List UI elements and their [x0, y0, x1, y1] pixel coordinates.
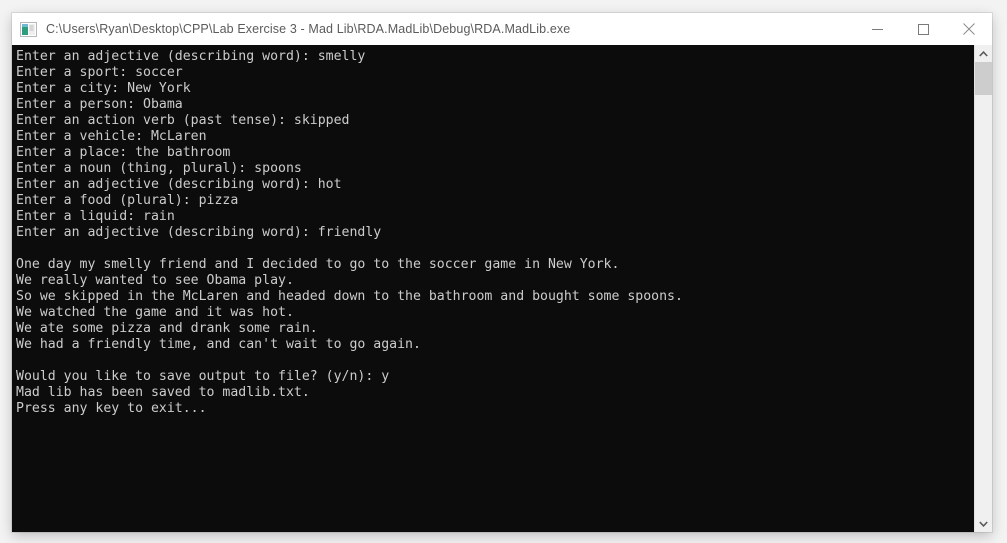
- console-line: Enter a city: New York: [16, 81, 191, 96]
- console-line: Enter a food (plural): pizza: [16, 193, 239, 208]
- console-line: Enter a liquid: rain: [16, 209, 175, 224]
- console-window: C:\Users\Ryan\Desktop\CPP\Lab Exercise 3…: [12, 13, 992, 532]
- console-line: We had a friendly time, and can't wait t…: [16, 337, 421, 352]
- console-line: Press any key to exit...: [16, 401, 207, 416]
- console-line: We watched the game and it was hot.: [16, 305, 294, 320]
- console-line: One day my smelly friend and I decided t…: [16, 257, 620, 272]
- console-scrollbar[interactable]: [974, 45, 992, 532]
- scroll-up-arrow[interactable]: [975, 45, 992, 62]
- console-line: Enter an adjective (describing word): fr…: [16, 225, 382, 240]
- minimize-icon: [871, 28, 883, 30]
- console-body[interactable]: Enter an adjective (describing word): sm…: [12, 45, 992, 532]
- maximize-button[interactable]: [900, 13, 946, 45]
- console-line: Enter a sport: soccer: [16, 65, 183, 80]
- console-line: Enter a person: Obama: [16, 97, 183, 112]
- minimize-button[interactable]: [854, 13, 900, 45]
- console-line: Enter an action verb (past tense): skipp…: [16, 113, 350, 128]
- chevron-up-icon: [979, 50, 988, 57]
- chevron-down-icon: [979, 520, 988, 527]
- console-line: Enter an adjective (describing word): ho…: [16, 177, 342, 192]
- page-root: C:\Users\Ryan\Desktop\CPP\Lab Exercise 3…: [0, 0, 1007, 543]
- console-line: Enter a noun (thing, plural): spoons: [16, 161, 302, 176]
- console-line: Mad lib has been saved to madlib.txt.: [16, 385, 310, 400]
- console-line: Enter a vehicle: McLaren: [16, 129, 207, 144]
- title-bar[interactable]: C:\Users\Ryan\Desktop\CPP\Lab Exercise 3…: [12, 13, 992, 45]
- scroll-down-arrow[interactable]: [975, 515, 992, 532]
- console-line: Enter an adjective (describing word): sm…: [16, 49, 366, 64]
- scrollbar-track[interactable]: [975, 62, 992, 515]
- console-line: We really wanted to see Obama play.: [16, 273, 294, 288]
- close-button[interactable]: [946, 13, 992, 45]
- console-line: We ate some pizza and drank some rain.: [16, 321, 318, 336]
- console-output: Enter an adjective (describing word): sm…: [12, 45, 974, 532]
- scrollbar-thumb[interactable]: [975, 62, 992, 95]
- console-line: Would you like to save output to file? (…: [16, 369, 390, 384]
- window-title: C:\Users\Ryan\Desktop\CPP\Lab Exercise 3…: [46, 22, 571, 36]
- console-line: Enter a place: the bathroom: [16, 145, 231, 160]
- close-icon: [963, 23, 975, 35]
- console-line: So we skipped in the McLaren and headed …: [16, 289, 683, 304]
- console-app-icon: [20, 21, 37, 37]
- maximize-icon: [917, 23, 929, 35]
